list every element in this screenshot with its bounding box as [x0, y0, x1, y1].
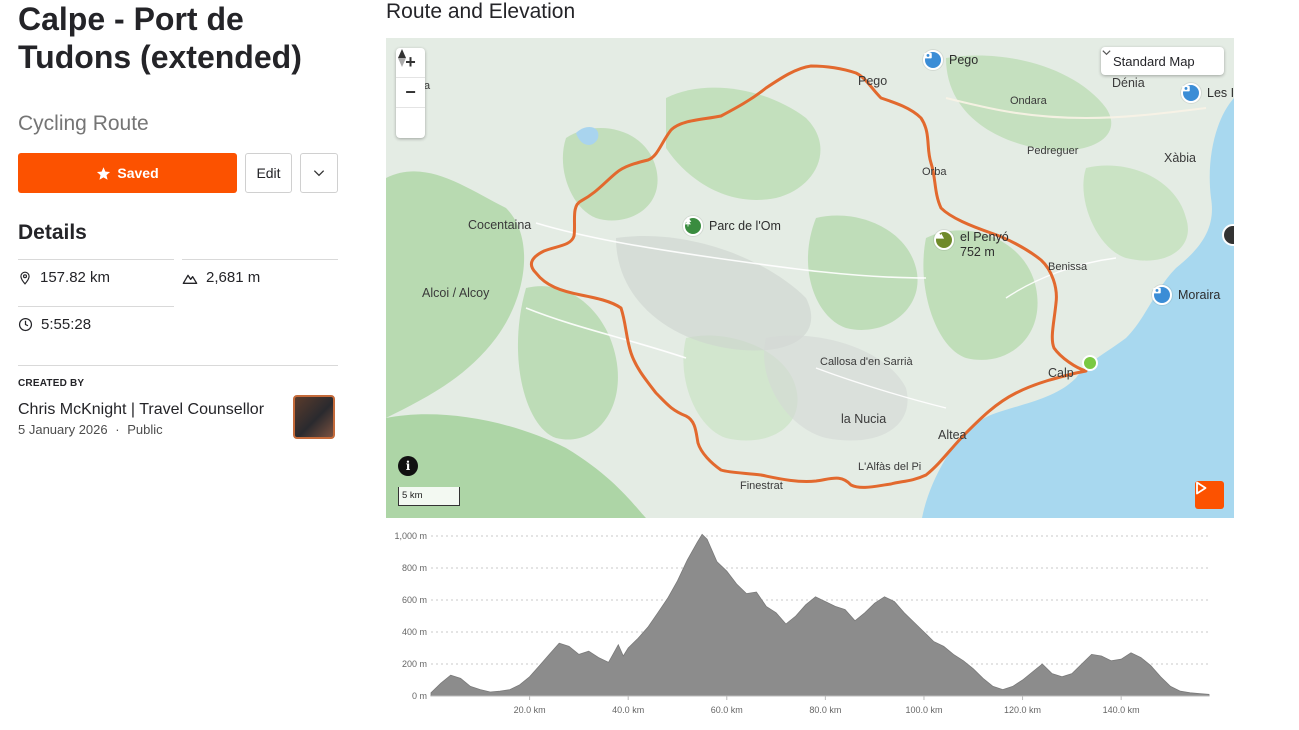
map-label-denia: Dénia [1112, 76, 1145, 90]
stat-divider [18, 259, 174, 260]
compass-button[interactable] [396, 49, 425, 138]
y-tick-label: 0 m [412, 691, 427, 701]
map-label-cocentaina: Cocentaina [468, 218, 532, 232]
chevron-down-icon [313, 170, 325, 177]
mountain-icon [182, 274, 198, 284]
time-value: 5:55:28 [41, 316, 92, 333]
poi-el-penyo[interactable]: el Penyó 752 m [934, 230, 1009, 260]
x-tick-label: 40.0 km [612, 705, 644, 715]
map-label-alcoi: Alcoi / Alcoy [422, 286, 490, 300]
map-label-calp: Calp [1048, 366, 1074, 380]
creator-meta: 5 January 2026 · Public [18, 422, 338, 437]
y-tick-label: 400 m [402, 627, 427, 637]
poi-el-penyo-altitude: 752 m [960, 245, 995, 259]
elevation-profile[interactable]: 0 m 200 m 400 m 600 m 800 m 1,000 m 20.0 km 40.… [386, 524, 1234, 724]
elevation-area [430, 533, 1210, 697]
zoom-controls: + − [396, 48, 425, 138]
poi-les[interactable]: Les I [1181, 83, 1234, 103]
created-date: 5 January 2026 [18, 422, 108, 437]
map-style-selector[interactable]: Standard Map [1101, 47, 1224, 75]
route-stats: 157.82 km 2,681 m 5:55:28 [18, 259, 338, 349]
distance-stat: 157.82 km [18, 269, 110, 286]
poi-parc-de-lom[interactable]: Parc de l'Om [683, 216, 781, 236]
poi-moraira[interactable]: Moraira [1152, 285, 1220, 305]
poi-pego[interactable]: Pego [923, 50, 978, 70]
details-heading: Details [18, 221, 87, 244]
avatar[interactable] [293, 395, 335, 439]
map-label-benissa: Benissa [1048, 261, 1088, 273]
x-tick-label: 60.0 km [711, 705, 743, 715]
edit-button[interactable]: Edit [245, 153, 292, 193]
map-label-orba: Orba [922, 166, 947, 178]
map-label-la-nucia: la Nucia [841, 412, 887, 426]
stat-divider [182, 259, 338, 260]
poi-parc-label: Parc de l'Om [709, 219, 781, 233]
map-background [386, 38, 1234, 518]
poi-pego-label: Pego [949, 53, 979, 67]
route-info-panel: Calpe - Port de Tudons (extended) Cyclin… [18, 0, 338, 451]
poi-moraira-label: Moraira [1178, 288, 1221, 302]
distance-value: 157.82 km [40, 269, 111, 286]
x-tick-label: 120.0 km [1004, 705, 1041, 715]
mountain-peak-icon [934, 230, 954, 250]
x-tick-label: 80.0 km [809, 705, 841, 715]
saved-button[interactable]: Saved [18, 153, 237, 193]
zoom-out-button[interactable]: − [396, 78, 425, 108]
x-tick-label: 100.0 km [905, 705, 942, 715]
y-tick-label: 200 m [402, 659, 427, 669]
saved-button-label: Saved [117, 165, 159, 181]
camera-icon [1152, 285, 1172, 305]
map-label-callosa: Callosa d'en Sarrià [820, 356, 913, 368]
elevation-stat: 2,681 m [182, 269, 260, 286]
map-label-alfas: L'Alfàs del Pi [858, 461, 922, 473]
poi-el-penyo-label: el Penyó [960, 230, 1009, 244]
route-type: Cycling Route [18, 112, 149, 135]
poi-les-label: Les I [1207, 86, 1234, 100]
stat-divider [18, 306, 174, 307]
action-buttons: Saved Edit [18, 153, 338, 193]
creator-name[interactable]: Chris McKnight | Travel Counsellor [18, 401, 338, 419]
location-pin-icon [20, 271, 30, 285]
section-title: Route and Elevation [386, 0, 576, 23]
map-style-label: Standard Map [1113, 53, 1195, 69]
route-start-marker[interactable] [1082, 355, 1098, 371]
map-label-pego: Pego [858, 74, 888, 88]
x-tick-label: 20.0 km [514, 705, 546, 715]
star-icon [97, 166, 111, 180]
y-tick-label: 600 m [402, 595, 427, 605]
flyover-play-button[interactable] [1195, 481, 1224, 509]
map-label-altea: Altea [938, 428, 967, 442]
y-tick-label: 800 m [402, 563, 427, 573]
camera-icon [923, 50, 943, 70]
map-label-finestrat: Finestrat [740, 480, 783, 492]
meta-separator: · [115, 422, 120, 437]
route-map[interactable]: A a Pego Dénia Ondara Pedreguer Xàbia Or… [386, 38, 1234, 518]
chevron-down-icon [1102, 50, 1111, 56]
info-button[interactable]: i [398, 456, 418, 476]
compass-icon [398, 49, 406, 67]
section-divider [18, 365, 338, 366]
elevation-value: 2,681 m [206, 269, 261, 286]
route-title: Calpe - Port de Tudons (extended) [18, 1, 302, 75]
elevation-chart: 0 m 200 m 400 m 600 m 800 m 1,000 m 20.0 km 40.… [394, 531, 1210, 715]
map-scale-bar: 5 km [398, 487, 460, 506]
visibility: Public [127, 422, 163, 437]
y-tick-label: 1,000 m [394, 531, 427, 541]
creator-row: Chris McKnight | Travel Counsellor 5 Jan… [18, 395, 338, 451]
camera-icon [1181, 83, 1201, 103]
created-by-label: CREATED BY [18, 378, 85, 389]
time-stat: 5:55:28 [18, 316, 91, 333]
clock-icon [18, 317, 33, 332]
map-label-xabia: Xàbia [1164, 151, 1196, 165]
map-label-ondara: Ondara [1010, 95, 1047, 107]
more-options-button[interactable] [300, 153, 338, 193]
map-label-pedreguer: Pedreguer [1027, 145, 1079, 157]
poi-el-penyo-text: el Penyó 752 m [960, 230, 1009, 260]
tree-icon [683, 216, 703, 236]
play-icon [1196, 481, 1207, 495]
x-tick-label: 140.0 km [1103, 705, 1140, 715]
